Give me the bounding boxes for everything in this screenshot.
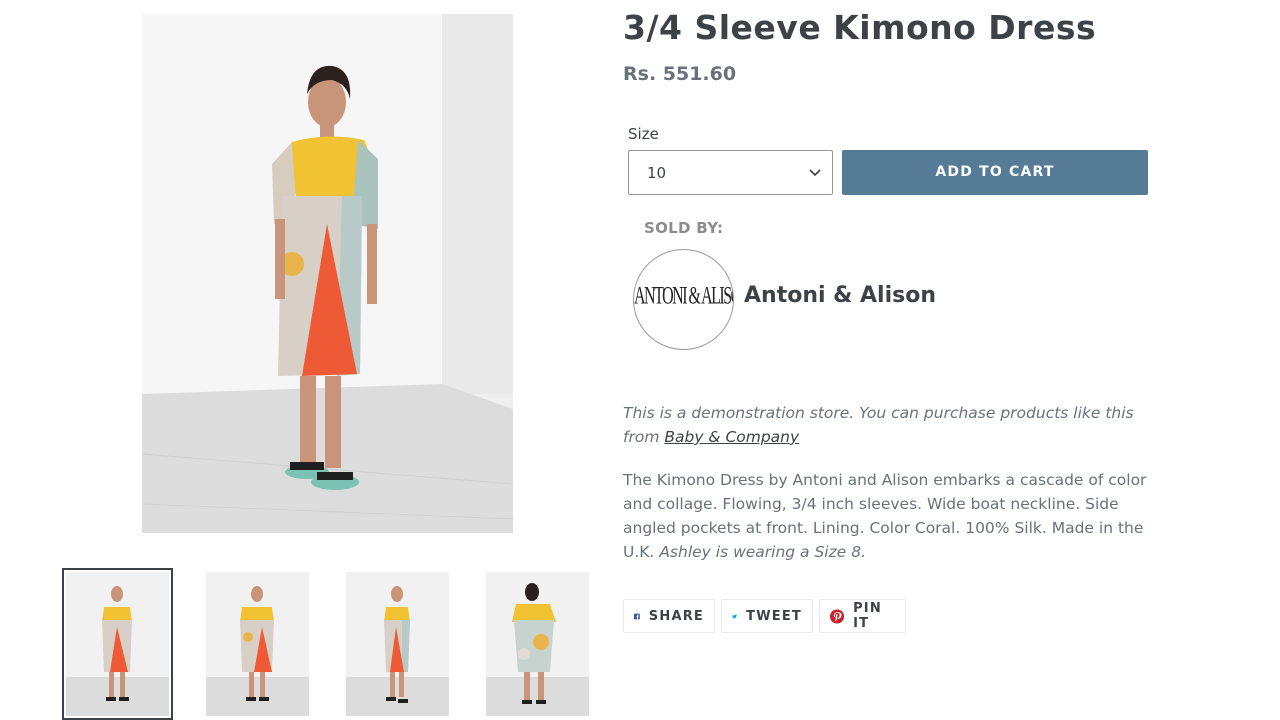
baby-and-company-link[interactable]: Baby & Company — [664, 428, 799, 446]
share-pinterest-button[interactable]: PIN IT — [819, 599, 906, 633]
model-size-note: Ashley is wearing a Size 8. — [659, 543, 867, 561]
product-photo — [142, 14, 513, 533]
vendor-name[interactable]: Antoni & Alison — [744, 283, 936, 308]
share-facebook-label: SHARE — [648, 608, 704, 624]
share-pinterest-label: PIN IT — [853, 601, 882, 631]
product-price: Rs. 551.60 — [623, 63, 737, 85]
thumbnail-image — [486, 572, 589, 716]
product-title: 3/4 Sleeve Kimono Dress — [623, 8, 1097, 47]
thumbnail-1[interactable] — [62, 568, 173, 720]
thumbnail-image — [206, 572, 309, 716]
share-facebook-button[interactable]: SHARE — [623, 599, 715, 633]
share-twitter-button[interactable]: TWEET — [721, 599, 813, 633]
thumbnail-image — [66, 572, 169, 716]
add-to-cart-button[interactable]: ADD TO CART — [842, 150, 1148, 195]
pinterest-icon — [830, 608, 845, 624]
thumbnail-3[interactable] — [346, 572, 449, 716]
vendor-logo-text: ANTONI & ALISON — [634, 282, 733, 310]
twitter-icon — [732, 613, 738, 618]
product-description: The Kimono Dress by Antoni and Alison em… — [623, 468, 1163, 564]
size-select[interactable]: 10 — [628, 150, 833, 195]
size-label: Size — [628, 125, 659, 143]
product-main-image[interactable] — [142, 14, 513, 533]
thumbnail-2[interactable] — [206, 572, 309, 716]
thumbnail-image — [346, 572, 449, 716]
sold-by-label: SOLD BY: — [644, 219, 724, 237]
size-selected-value: 10 — [647, 164, 667, 182]
vendor-logo[interactable]: ANTONI & ALISON — [633, 249, 734, 350]
chevron-down-icon — [809, 169, 821, 177]
demo-store-note: This is a demonstration store. You can p… — [623, 401, 1163, 449]
thumbnail-4[interactable] — [486, 572, 589, 716]
share-twitter-label: TWEET — [746, 608, 802, 624]
facebook-icon — [634, 613, 640, 619]
